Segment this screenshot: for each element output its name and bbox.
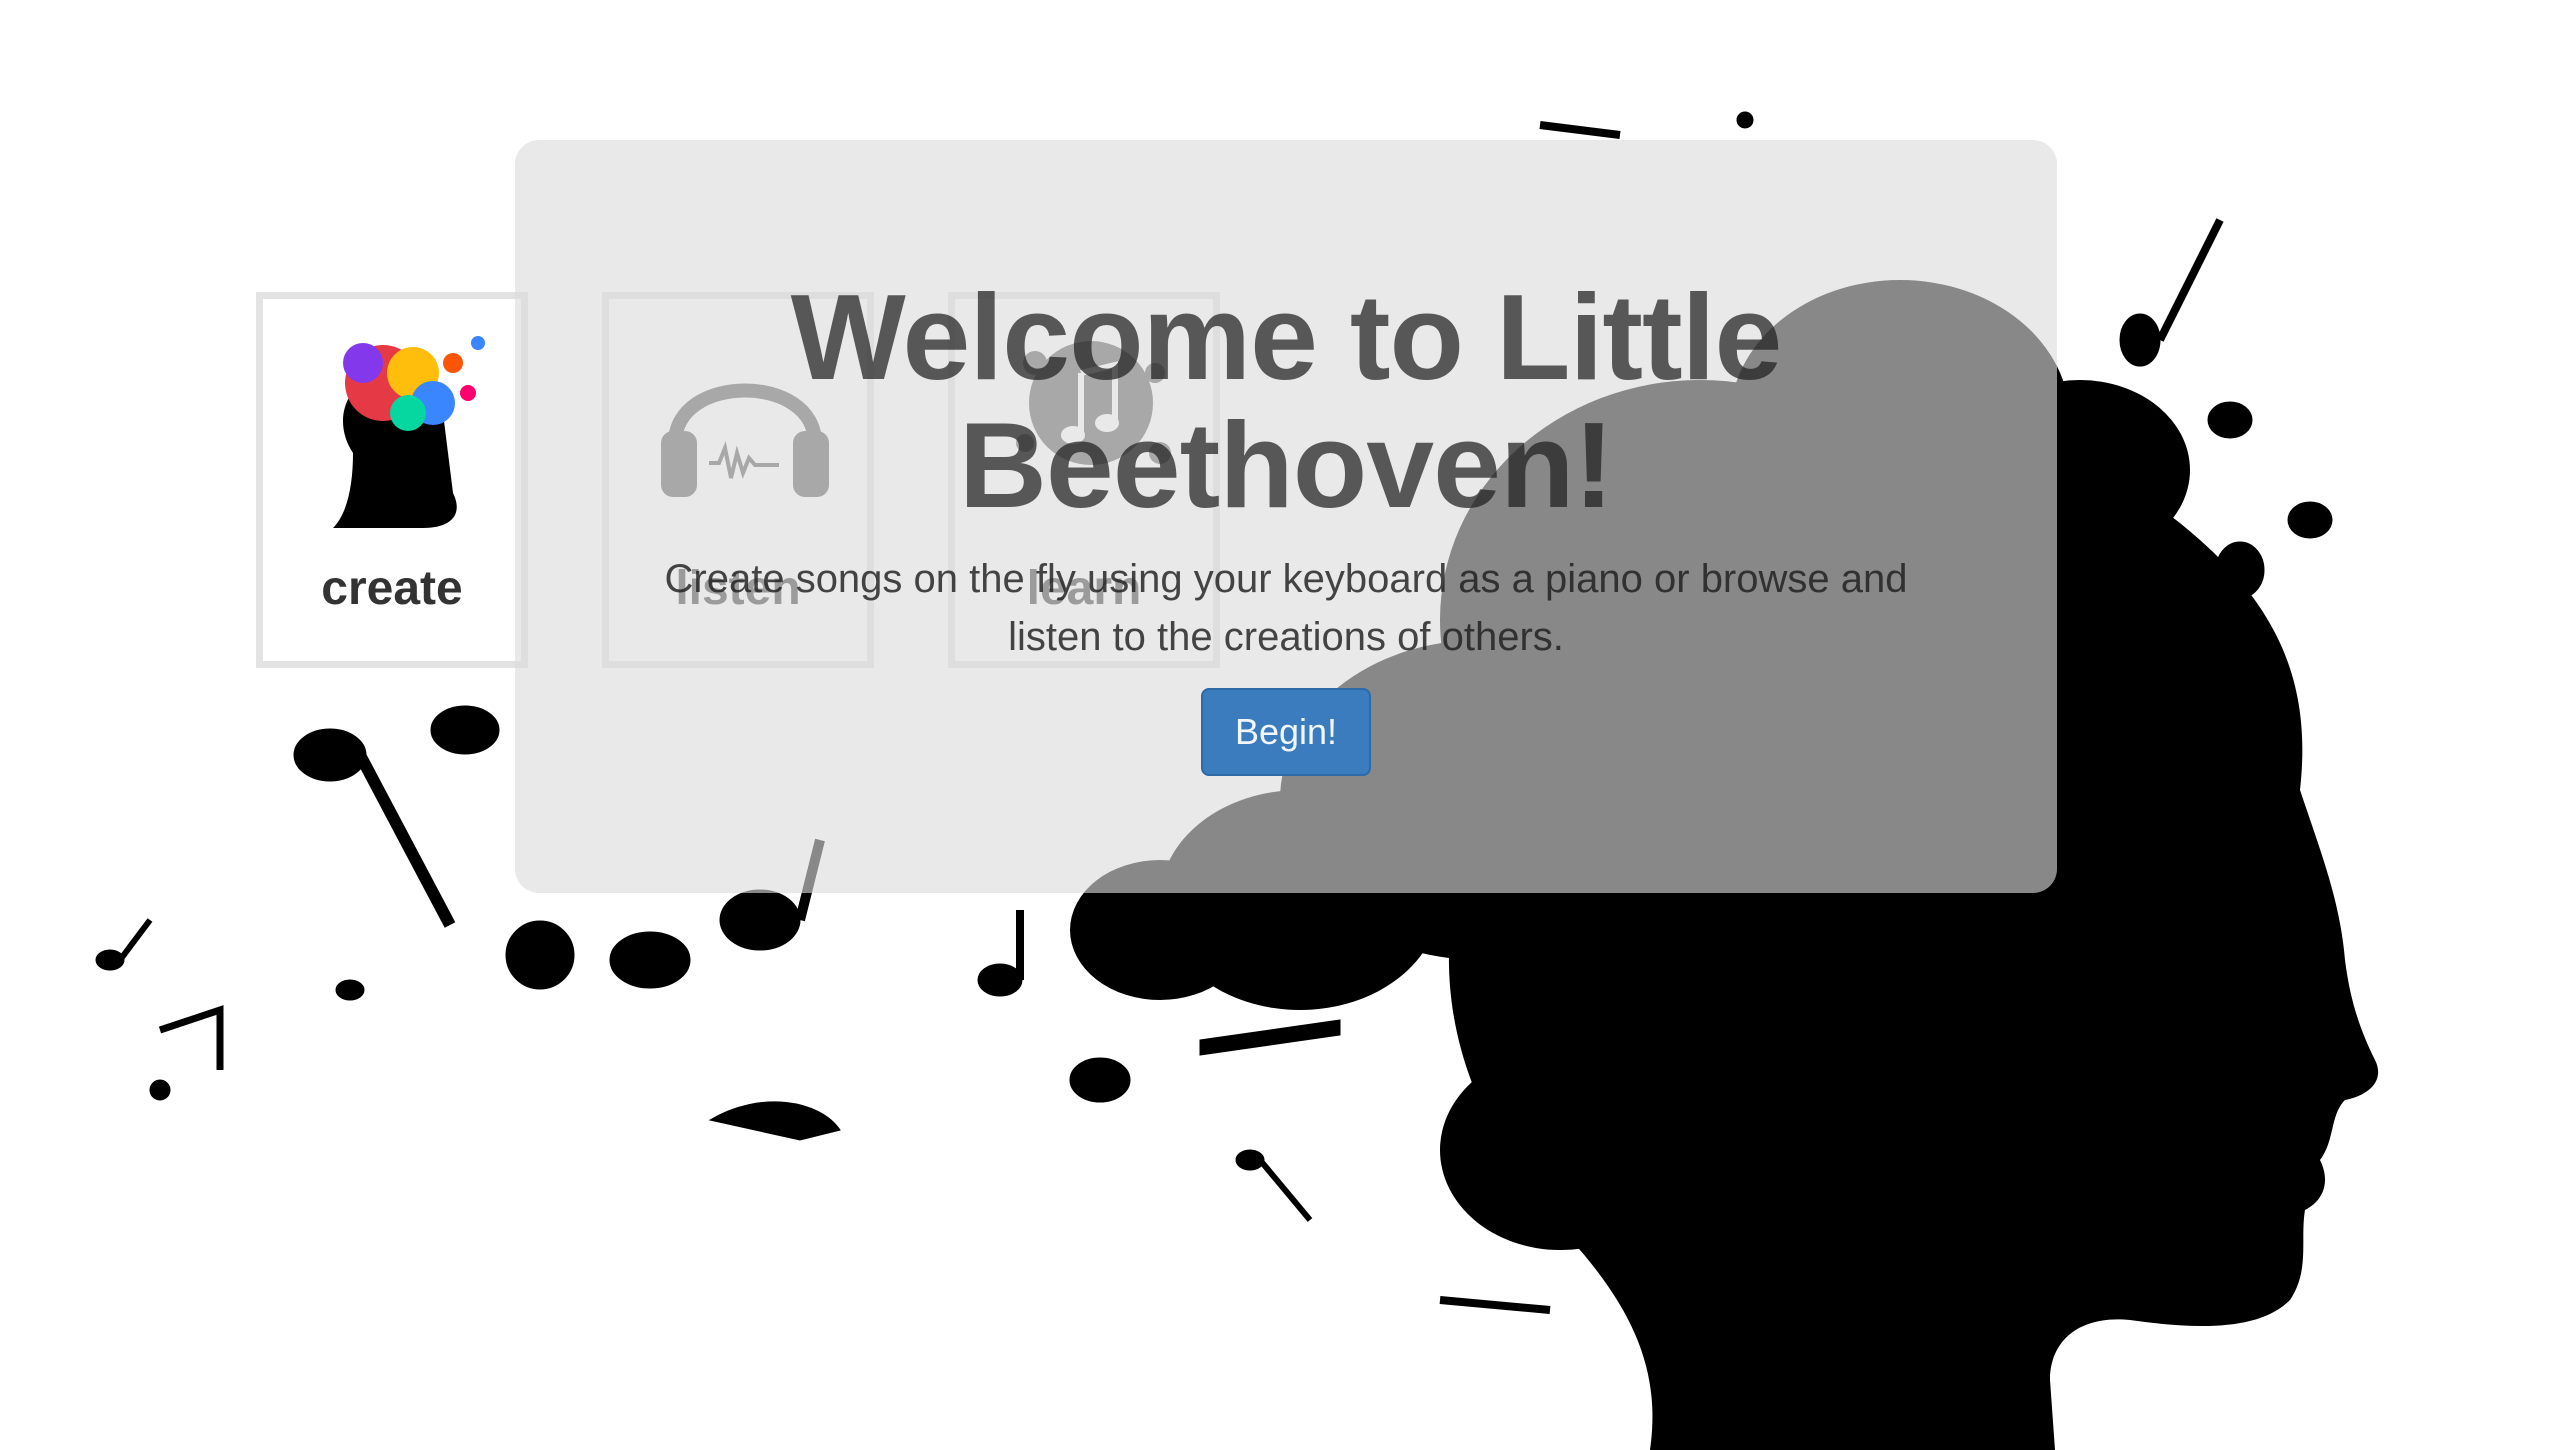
welcome-title: Welcome to Little Beethoven! bbox=[790, 269, 1783, 533]
tile-create[interactable]: create bbox=[256, 292, 528, 668]
page: create listen learn Welcome to Little Be… bbox=[0, 0, 2558, 1450]
begin-button[interactable]: Begin! bbox=[1201, 688, 1371, 776]
tile-create-label: create bbox=[321, 562, 463, 615]
welcome-subtitle: Create songs on the fly using your keybo… bbox=[664, 557, 1908, 659]
colorful-head-music-icon bbox=[333, 336, 485, 528]
welcome-panel: Welcome to Little Beethoven! Create song… bbox=[515, 140, 2057, 893]
